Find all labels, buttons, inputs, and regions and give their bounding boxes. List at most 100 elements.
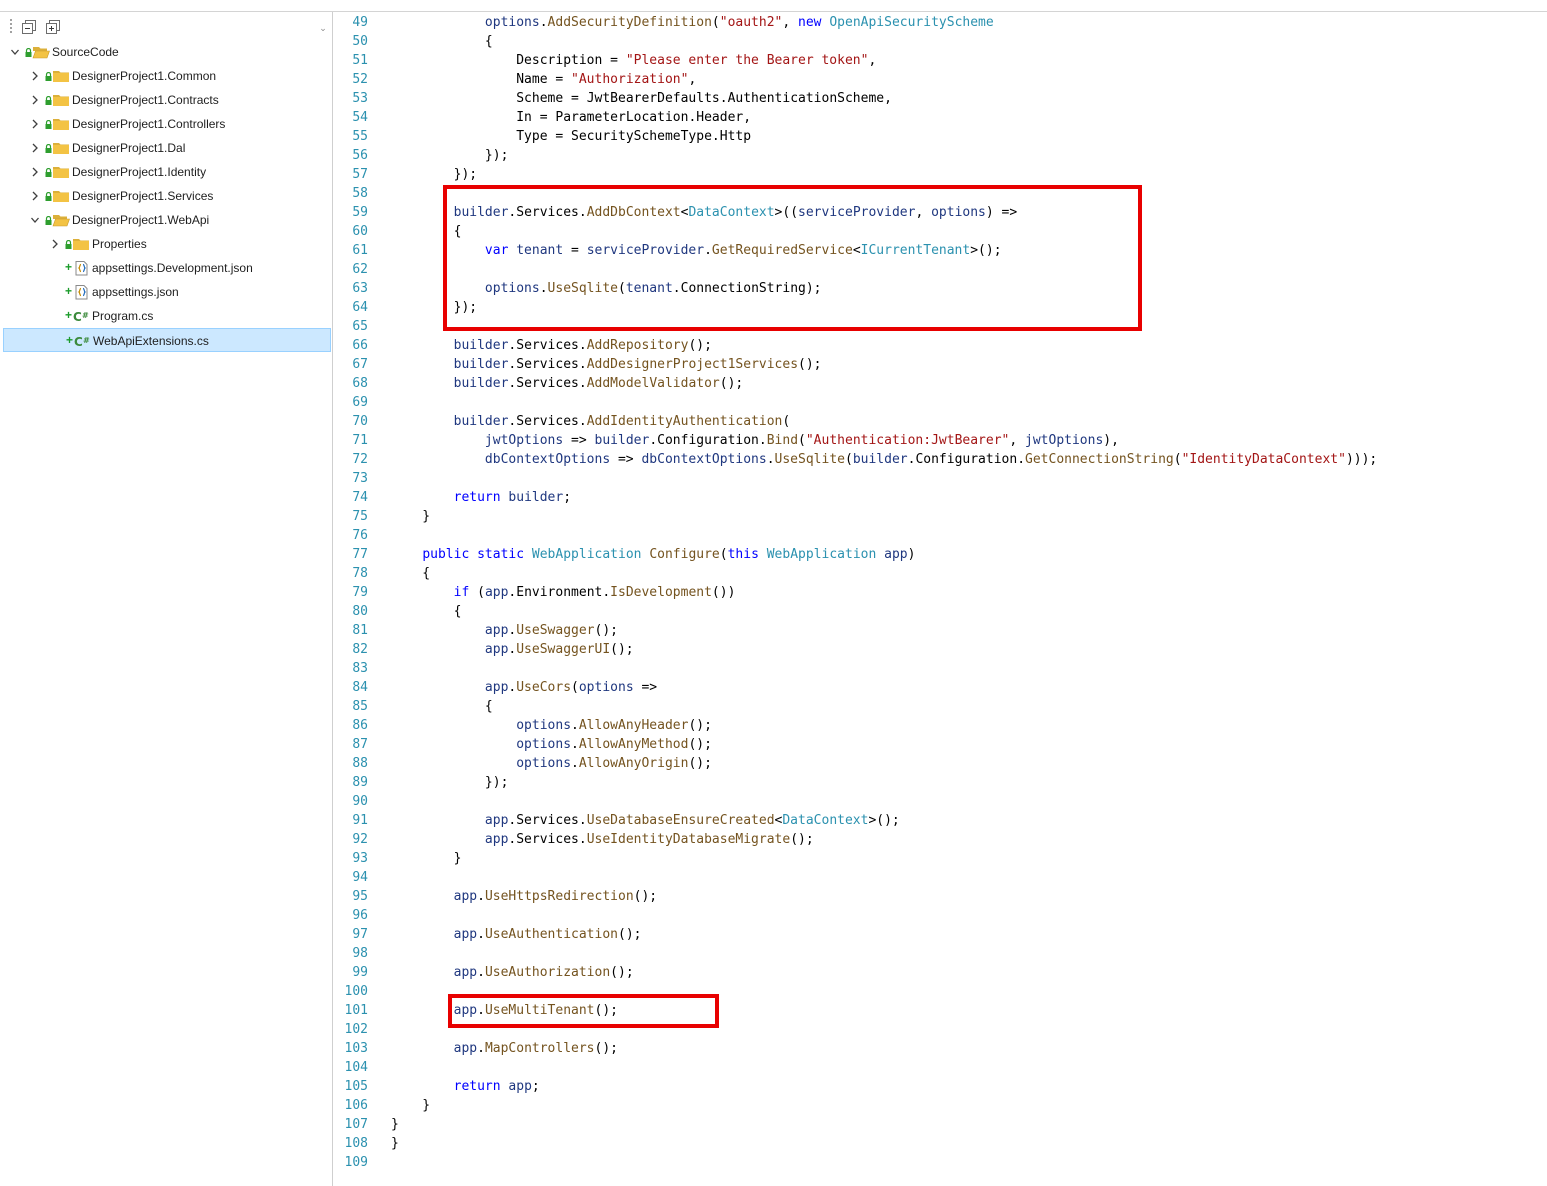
code-line[interactable]: 102 — [334, 1020, 1547, 1039]
show-all-files-icon[interactable] — [44, 18, 62, 36]
tree-item[interactable]: SourceCode — [2, 40, 333, 64]
code-text[interactable]: builder.Services.AddModelValidator(); — [391, 374, 744, 393]
code-line[interactable]: 98 — [334, 944, 1547, 963]
code-line[interactable]: 106 } — [334, 1096, 1547, 1115]
code-text[interactable]: }); — [391, 165, 477, 184]
code-text[interactable]: } — [391, 1115, 399, 1134]
code-text[interactable]: Name = "Authorization", — [391, 70, 696, 89]
code-line[interactable]: 105 return app; — [334, 1077, 1547, 1096]
tree-item[interactable]: DesignerProject1.Contracts — [2, 88, 333, 112]
code-line[interactable]: 76 — [334, 526, 1547, 545]
code-line[interactable]: 93 } — [334, 849, 1547, 868]
code-text[interactable]: options.AllowAnyHeader(); — [391, 716, 712, 735]
code-text[interactable]: Description = "Please enter the Bearer t… — [391, 51, 876, 70]
code-line[interactable]: 103 app.MapControllers(); — [334, 1039, 1547, 1058]
code-line[interactable]: 90 — [334, 792, 1547, 811]
code-line[interactable]: 58 — [334, 184, 1547, 203]
code-line[interactable]: 89 }); — [334, 773, 1547, 792]
code-line[interactable]: 75 } — [334, 507, 1547, 526]
code-text[interactable]: dbContextOptions => dbContextOptions.Use… — [391, 450, 1377, 469]
tree-item[interactable]: DesignerProject1.Services — [2, 184, 333, 208]
chevron-right-icon[interactable] — [30, 142, 40, 154]
code-text[interactable]: options.AddSecurityDefinition("oauth2", … — [391, 13, 994, 32]
code-line[interactable]: 92 app.Services.UseIdentityDatabaseMigra… — [334, 830, 1547, 849]
code-text[interactable]: app.UseAuthorization(); — [391, 963, 634, 982]
code-line[interactable]: 87 options.AllowAnyMethod(); — [334, 735, 1547, 754]
code-line[interactable]: 99 app.UseAuthorization(); — [334, 963, 1547, 982]
code-text[interactable]: builder.Services.AddIdentityAuthenticati… — [391, 412, 791, 431]
code-line[interactable]: 95 app.UseHttpsRedirection(); — [334, 887, 1547, 906]
code-text[interactable]: app.Services.UseDatabaseEnsureCreated<Da… — [391, 811, 900, 830]
code-text[interactable]: { — [391, 222, 462, 241]
code-line[interactable]: 70 builder.Services.AddIdentityAuthentic… — [334, 412, 1547, 431]
code-line[interactable]: 85 { — [334, 697, 1547, 716]
code-line[interactable]: 82 app.UseSwaggerUI(); — [334, 640, 1547, 659]
code-line[interactable]: 86 options.AllowAnyHeader(); — [334, 716, 1547, 735]
tree-item[interactable]: DesignerProject1.Dal — [2, 136, 333, 160]
code-text[interactable]: options.AllowAnyOrigin(); — [391, 754, 712, 773]
code-text[interactable]: } — [391, 849, 462, 868]
code-lines[interactable]: 49 options.AddSecurityDefinition("oauth2… — [334, 13, 1547, 1172]
code-line[interactable]: 63 options.UseSqlite(tenant.ConnectionSt… — [334, 279, 1547, 298]
code-text[interactable]: app.UseMultiTenant(); — [391, 1001, 618, 1020]
chevron-down-icon[interactable]: ⌄ — [318, 22, 328, 36]
code-text[interactable]: app.UseHttpsRedirection(); — [391, 887, 658, 906]
code-line[interactable]: 101 app.UseMultiTenant(); — [334, 1001, 1547, 1020]
code-text[interactable]: app.UseCors(options => — [391, 678, 657, 697]
tree-item[interactable]: DesignerProject1.WebApi — [2, 208, 333, 232]
code-text[interactable]: app.MapControllers(); — [391, 1039, 618, 1058]
code-text[interactable]: } — [391, 1096, 430, 1115]
code-line[interactable]: 73 — [334, 469, 1547, 488]
chevron-right-icon[interactable] — [30, 70, 40, 82]
code-line[interactable]: 96 — [334, 906, 1547, 925]
code-line[interactable]: 64 }); — [334, 298, 1547, 317]
chevron-down-icon[interactable] — [10, 46, 20, 58]
code-text[interactable]: builder.Services.AddDbContext<DataContex… — [391, 203, 1018, 222]
code-line[interactable]: 109 — [334, 1153, 1547, 1172]
code-line[interactable]: 88 options.AllowAnyOrigin(); — [334, 754, 1547, 773]
code-text[interactable]: app.UseSwagger(); — [391, 621, 618, 640]
code-line[interactable]: 59 builder.Services.AddDbContext<DataCon… — [334, 203, 1547, 222]
code-line[interactable]: 50 { — [334, 32, 1547, 51]
chevron-right-icon[interactable] — [30, 190, 40, 202]
code-line[interactable]: 56 }); — [334, 146, 1547, 165]
tree-item[interactable]: + appsettings.Development.json — [2, 256, 333, 280]
code-line[interactable]: 68 builder.Services.AddModelValidator(); — [334, 374, 1547, 393]
code-line[interactable]: 61 var tenant = serviceProvider.GetRequi… — [334, 241, 1547, 260]
code-line[interactable]: 94 — [334, 868, 1547, 887]
code-text[interactable]: Type = SecuritySchemeType.Http — [391, 127, 751, 146]
tree-item[interactable]: + C # Program.cs — [2, 304, 333, 328]
chevron-right-icon[interactable] — [30, 94, 40, 106]
collapse-all-icon[interactable] — [20, 18, 38, 36]
code-text[interactable]: { — [391, 564, 430, 583]
code-line[interactable]: 67 builder.Services.AddDesignerProject1S… — [334, 355, 1547, 374]
code-line[interactable]: 55 Type = SecuritySchemeType.Http — [334, 127, 1547, 146]
code-line[interactable]: 54 In = ParameterLocation.Header, — [334, 108, 1547, 127]
tree-item[interactable]: DesignerProject1.Identity — [2, 160, 333, 184]
code-line[interactable]: 69 — [334, 393, 1547, 412]
code-line[interactable]: 72 dbContextOptions => dbContextOptions.… — [334, 450, 1547, 469]
code-line[interactable]: 100 — [334, 982, 1547, 1001]
code-text[interactable]: { — [391, 32, 493, 51]
code-text[interactable]: builder.Services.AddRepository(); — [391, 336, 712, 355]
code-text[interactable]: public static WebApplication Configure(t… — [391, 545, 915, 564]
code-line[interactable]: 97 app.UseAuthentication(); — [334, 925, 1547, 944]
code-line[interactable]: 74 return builder; — [334, 488, 1547, 507]
code-line[interactable]: 71 jwtOptions => builder.Configuration.B… — [334, 431, 1547, 450]
code-line[interactable]: 66 builder.Services.AddRepository(); — [334, 336, 1547, 355]
code-line[interactable]: 80 { — [334, 602, 1547, 621]
code-editor[interactable]: 49 options.AddSecurityDefinition("oauth2… — [334, 12, 1547, 1186]
code-text[interactable]: }); — [391, 298, 477, 317]
code-line[interactable]: 91 app.Services.UseDatabaseEnsureCreated… — [334, 811, 1547, 830]
code-text[interactable]: return app; — [391, 1077, 540, 1096]
code-line[interactable]: 65 — [334, 317, 1547, 336]
code-line[interactable]: 77 public static WebApplication Configur… — [334, 545, 1547, 564]
code-line[interactable]: 60 { — [334, 222, 1547, 241]
tree-item[interactable]: + C # WebApiExtensions.cs — [3, 328, 331, 352]
tree-item[interactable]: Properties — [2, 232, 333, 256]
code-text[interactable]: options.UseSqlite(tenant.ConnectionStrin… — [391, 279, 822, 298]
tree-item[interactable]: + appsettings.json — [2, 280, 333, 304]
code-text[interactable]: jwtOptions => builder.Configuration.Bind… — [391, 431, 1119, 450]
chevron-right-icon[interactable] — [50, 238, 60, 250]
chevron-down-icon[interactable] — [30, 214, 40, 226]
